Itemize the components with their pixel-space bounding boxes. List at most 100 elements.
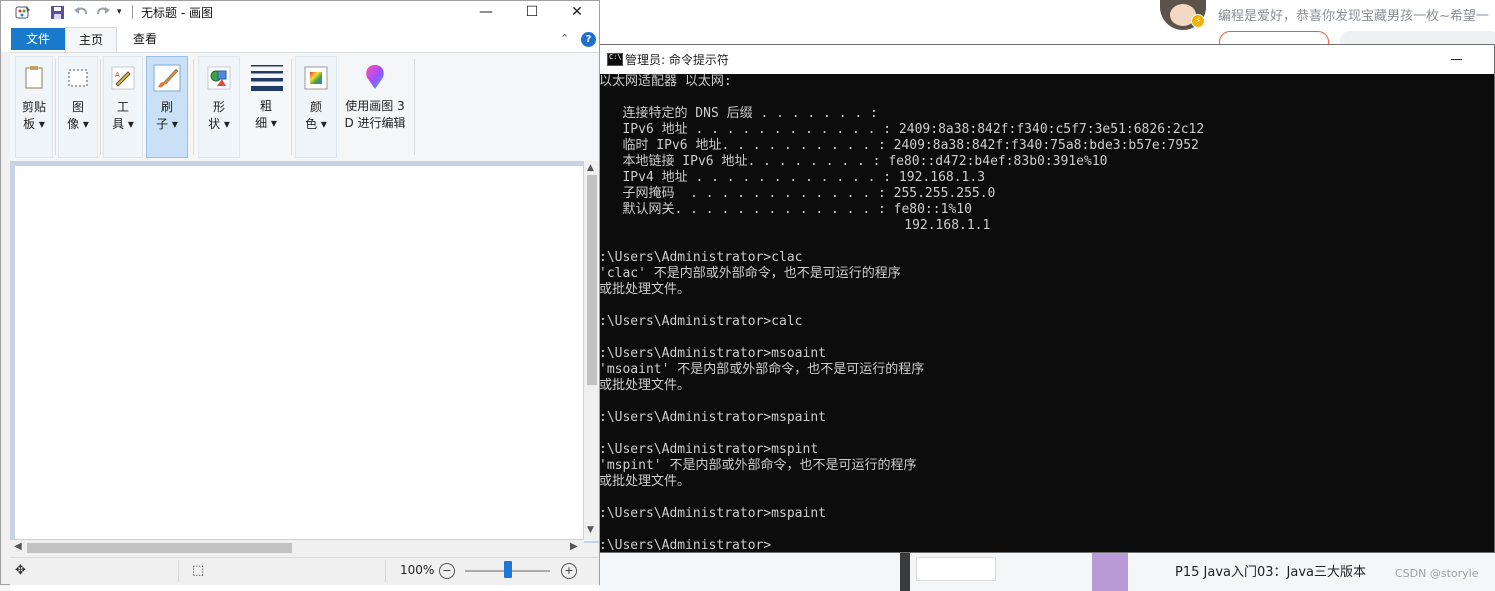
- ribbon-divider: [193, 59, 194, 155]
- zoom-level: 100%: [400, 563, 435, 577]
- group-image[interactable]: 图 像 ▾: [58, 56, 98, 158]
- line-size-icon: [251, 65, 283, 91]
- zoom-in-button[interactable]: +: [561, 563, 577, 579]
- ribbon-divider: [291, 59, 292, 155]
- cmd-minimize-button[interactable]: [1447, 49, 1467, 69]
- cmd-line: IPv4 地址 . . . . . . . . . . . . : 192.16…: [599, 170, 986, 185]
- ribbon-divider: [100, 59, 101, 155]
- cursor-position-icon: ✥: [15, 563, 26, 578]
- article-title-link[interactable]: P15 Java入门03：Java三大版本: [1175, 561, 1366, 580]
- cmd-line: [599, 90, 1494, 106]
- cmd-line: :\Users\Administrator>mspint: [599, 442, 819, 457]
- tab-file[interactable]: 文件: [11, 28, 65, 50]
- cmd-title: 管理员: 命令提示符: [625, 53, 729, 67]
- badge-icon: ⚡: [1191, 14, 1205, 28]
- minimize-button[interactable]: —: [463, 1, 509, 24]
- cmd-line: [599, 426, 1494, 442]
- ribbon-collapse-icon[interactable]: ⌃: [560, 32, 569, 45]
- group-shapes-label: 形 状 ▾: [208, 100, 230, 131]
- scroll-right-icon[interactable]: ▶: [570, 541, 578, 552]
- group-clipboard-label: 剪贴 板 ▾: [21, 100, 46, 131]
- brush-icon: [153, 64, 181, 92]
- select-icon: [68, 69, 88, 87]
- cmd-line: [599, 394, 1494, 410]
- vertical-scrollbar[interactable]: ▲ ▼: [584, 161, 599, 541]
- paint3d-icon: [366, 65, 384, 89]
- paint-window-title: 无标题 - 画图: [141, 6, 213, 20]
- svg-text:A: A: [115, 71, 120, 79]
- cmd-line: :\Users\Administrator>mspaint: [599, 410, 826, 425]
- cmd-line: 连接特定的 DNS 后缀 . . . . . . . :: [599, 106, 878, 121]
- tab-view[interactable]: 查看: [119, 28, 171, 50]
- group-size[interactable]: 粗 细 ▾: [244, 56, 288, 158]
- close-button[interactable]: ✕: [554, 1, 600, 24]
- scroll-down-icon[interactable]: ▼: [587, 525, 594, 535]
- shapes-icon: [207, 66, 231, 90]
- status-bar: ✥ ⬚ 100% − +: [10, 557, 599, 585]
- cmd-line: 'msoaint' 不是内部或外部命令，也不是可运行的程序: [599, 362, 925, 377]
- help-icon[interactable]: ?: [581, 32, 596, 47]
- group-clipboard[interactable]: 剪贴 板 ▾: [15, 56, 53, 158]
- background-purple-block: [1092, 553, 1128, 591]
- save-icon[interactable]: [50, 5, 66, 20]
- cmd-line: 本地链接 IPv6 地址. . . . . . . . : fe80::d472…: [599, 154, 1108, 169]
- ribbon-divider: [414, 59, 415, 155]
- color-palette-icon: [304, 66, 328, 90]
- scroll-up-icon[interactable]: ▲: [587, 163, 594, 173]
- cmd-line: [599, 330, 1494, 346]
- group-size-label: 粗 细 ▾: [255, 99, 277, 130]
- cmd-line: 默认网关. . . . . . . . . . . . . : fe80::1%…: [599, 202, 972, 217]
- ribbon: 剪贴 板 ▾ 图 像 ▾ A 工 具 ▾ 刷 子 ▾ 形 状 ▾ 粗 细 ▾ 颜…: [10, 52, 599, 162]
- group-shapes[interactable]: 形 状 ▾: [198, 56, 240, 158]
- ribbon-divider: [55, 59, 56, 155]
- cmd-line: :\Users\Administrator>clac: [599, 250, 803, 265]
- cmd-line: [599, 234, 1494, 250]
- cmd-line: 或批处理文件。: [599, 474, 691, 489]
- group-tools-label: 工 具 ▾: [112, 100, 134, 131]
- cmd-line: :\Users\Administrator>: [599, 538, 772, 552]
- cmd-line: [599, 490, 1494, 506]
- pencil-icon: A: [111, 66, 135, 90]
- cmd-output[interactable]: 以太网适配器 以太网: 连接特定的 DNS 后缀 . . . . . . . :…: [599, 74, 1494, 552]
- clipboard-icon: [25, 66, 43, 89]
- cmd-line: [599, 298, 1494, 314]
- group-paint3d-label: 使用画图 3 D 进行编辑: [344, 99, 406, 130]
- background-panel: [916, 557, 996, 581]
- status-divider: [385, 560, 386, 582]
- undo-icon[interactable]: [73, 5, 89, 20]
- background-dark-block: [900, 553, 910, 591]
- cmd-line: :\Users\Administrator>calc: [599, 314, 803, 329]
- maximize-button[interactable]: ☐: [509, 1, 555, 24]
- tab-home[interactable]: 主页: [65, 27, 117, 52]
- titlebar-divider: [132, 5, 133, 19]
- cmd-line: 'clac' 不是内部或外部命令，也不是可运行的程序: [599, 266, 901, 281]
- drawing-canvas[interactable]: [15, 166, 583, 539]
- vertical-scroll-thumb[interactable]: [587, 175, 597, 385]
- zoom-out-button[interactable]: −: [439, 563, 455, 579]
- group-paint3d[interactable]: 使用画图 3 D 进行编辑: [340, 56, 410, 158]
- scroll-left-icon[interactable]: ◀: [14, 541, 22, 552]
- group-colors-label: 颜 色 ▾: [305, 100, 327, 131]
- zoom-slider-thumb[interactable]: [504, 561, 512, 578]
- cmd-line: 192.168.1.1: [599, 218, 991, 233]
- cmd-line: 临时 IPv6 地址. . . . . . . . . . : 2409:8a3…: [599, 138, 1199, 153]
- quick-access-menu-icon[interactable]: ▾: [117, 7, 133, 22]
- redo-icon[interactable]: [95, 5, 111, 20]
- group-colors[interactable]: 颜 色 ▾: [295, 56, 337, 158]
- cmd-icon-text: C:\: [609, 53, 622, 61]
- cmd-line: 'mspint' 不是内部或外部命令，也不是可运行的程序: [599, 458, 917, 473]
- status-divider: [178, 560, 179, 582]
- paint-app-icon[interactable]: [15, 5, 31, 20]
- cmd-line: IPv6 地址 . . . . . . . . . . . . : 2409:8…: [599, 122, 1205, 137]
- paint-window[interactable]: ▾ 无标题 - 画图 — ☐ ✕ 文件 主页 查看 ⌃ ? 剪贴 板 ▾ 图 像…: [0, 0, 600, 585]
- group-tools[interactable]: A 工 具 ▾: [103, 56, 143, 158]
- horizontal-scrollbar[interactable]: ◀ ▶: [10, 540, 584, 555]
- canvas-workspace[interactable]: ▲ ▼: [10, 161, 599, 543]
- paint-titlebar[interactable]: ▾ 无标题 - 画图 — ☐ ✕: [1, 1, 599, 24]
- cmd-titlebar[interactable]: C:\ 管理员: 命令提示符: [599, 45, 1494, 74]
- cmd-line: 子网掩码 . . . . . . . . . . . . : 255.255.2…: [599, 186, 996, 201]
- group-brushes[interactable]: 刷 子 ▾: [146, 56, 188, 158]
- cmd-window[interactable]: C:\ 管理员: 命令提示符 以太网适配器 以太网: 连接特定的 DNS 后缀 …: [598, 44, 1495, 553]
- cmd-line: [599, 522, 1494, 538]
- horizontal-scroll-thumb[interactable]: [27, 543, 292, 553]
